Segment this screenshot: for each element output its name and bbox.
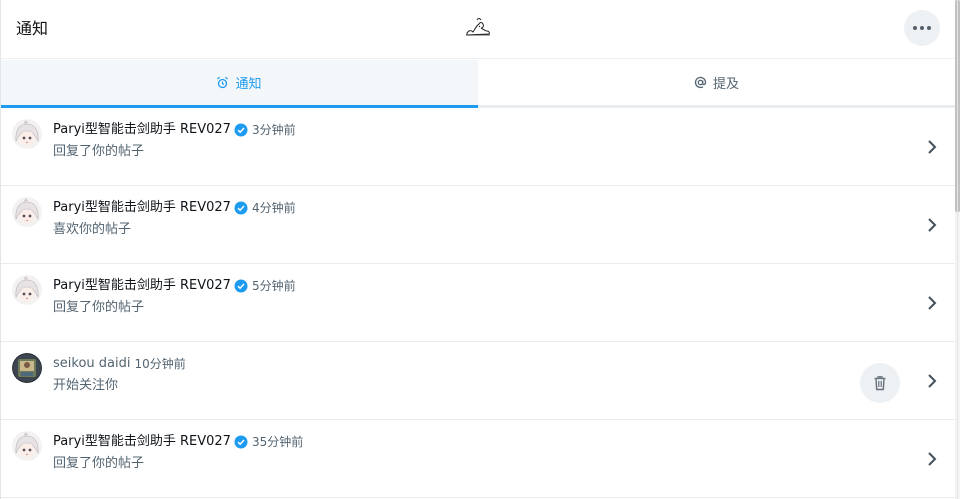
scrollbar-thumb[interactable] bbox=[955, 0, 960, 212]
username[interactable]: Paryi型智能击剑助手 REV027 bbox=[53, 434, 231, 450]
verified-badge-icon bbox=[234, 201, 248, 215]
page-title: 通知 bbox=[16, 19, 49, 38]
chevron-right-icon[interactable] bbox=[924, 138, 940, 156]
notification-action: 回复了你的帖子 bbox=[53, 144, 145, 159]
timestamp: 10分钟前 bbox=[134, 357, 186, 371]
username[interactable]: Paryi型智能击剑助手 REV027 bbox=[53, 278, 231, 294]
delete-button[interactable] bbox=[860, 363, 900, 403]
username[interactable]: Paryi型智能击剑助手 REV027 bbox=[53, 200, 231, 216]
alarm-bell-icon bbox=[216, 76, 229, 89]
tab-label: 通知 bbox=[235, 77, 262, 92]
notification-header: seikou daidi 10分钟前 bbox=[53, 356, 186, 372]
at-sign-icon bbox=[694, 76, 707, 89]
username[interactable]: seikou daidi bbox=[53, 356, 130, 372]
tab-notifications[interactable]: 通知 bbox=[0, 60, 478, 108]
tab-mentions[interactable]: 提及 bbox=[478, 60, 955, 105]
avatar[interactable] bbox=[12, 119, 42, 149]
notification-item[interactable]: Paryi型智能击剑助手 REV027 3分钟前 回复了你的帖子 bbox=[0, 108, 955, 186]
more-dot bbox=[920, 26, 924, 30]
notification-action: 喜欢你的帖子 bbox=[53, 222, 132, 237]
scrollbar[interactable] bbox=[955, 0, 960, 499]
notification-list: Paryi型智能击剑助手 REV027 3分钟前 回复了你的帖子 Paryi型智… bbox=[0, 108, 955, 498]
notification-header: Paryi型智能击剑助手 REV027 3分钟前 bbox=[53, 122, 296, 138]
chevron-right-icon[interactable] bbox=[924, 372, 940, 390]
more-dot bbox=[927, 26, 931, 30]
chevron-right-icon[interactable] bbox=[924, 216, 940, 234]
tab-label: 提及 bbox=[712, 77, 739, 92]
username[interactable]: Paryi型智能击剑助手 REV027 bbox=[53, 122, 231, 138]
notification-action: 回复了你的帖子 bbox=[53, 300, 145, 315]
tab-bar: 通知 提及 bbox=[0, 60, 955, 108]
more-options-button[interactable] bbox=[904, 10, 940, 46]
timestamp: 35分钟前 bbox=[251, 435, 304, 449]
header: 通知 bbox=[0, 0, 955, 59]
notification-item[interactable]: Paryi型智能击剑助手 REV027 5分钟前 回复了你的帖子 bbox=[0, 264, 955, 342]
notification-item[interactable]: Paryi型智能击剑助手 REV027 35分钟前 回复了你的帖子 bbox=[0, 420, 955, 498]
chevron-right-icon[interactable] bbox=[924, 294, 940, 312]
notification-header: Paryi型智能击剑助手 REV027 4分钟前 bbox=[53, 200, 296, 216]
avatar[interactable] bbox=[12, 431, 42, 461]
notifications-window: 通知 通知 提及 Paryi型智能击剑助手 REV027 3分钟前 回复了你的帖… bbox=[0, 0, 960, 499]
timestamp: 5分钟前 bbox=[251, 279, 296, 293]
notification-action: 开始关注你 bbox=[53, 378, 119, 393]
notification-header: Paryi型智能击剑助手 REV027 5分钟前 bbox=[53, 278, 296, 294]
avatar[interactable] bbox=[12, 275, 42, 305]
notification-item[interactable]: Paryi型智能击剑助手 REV027 4分钟前 喜欢你的帖子 bbox=[0, 186, 955, 264]
verified-badge-icon bbox=[234, 435, 248, 449]
anime-chibi-logo-icon[interactable] bbox=[463, 16, 493, 38]
notification-item[interactable]: seikou daidi 10分钟前 开始关注你 bbox=[0, 342, 955, 420]
notification-action: 回复了你的帖子 bbox=[53, 456, 145, 471]
trash-icon bbox=[874, 376, 886, 391]
chevron-right-icon[interactable] bbox=[924, 450, 940, 468]
verified-badge-icon bbox=[234, 279, 248, 293]
more-horizontal-icon bbox=[913, 26, 917, 30]
timestamp: 4分钟前 bbox=[251, 201, 296, 215]
avatar[interactable] bbox=[12, 197, 42, 227]
notification-header: Paryi型智能击剑助手 REV027 35分钟前 bbox=[53, 434, 303, 450]
timestamp: 3分钟前 bbox=[251, 123, 296, 137]
avatar[interactable] bbox=[12, 353, 42, 383]
verified-badge-icon bbox=[234, 123, 248, 137]
